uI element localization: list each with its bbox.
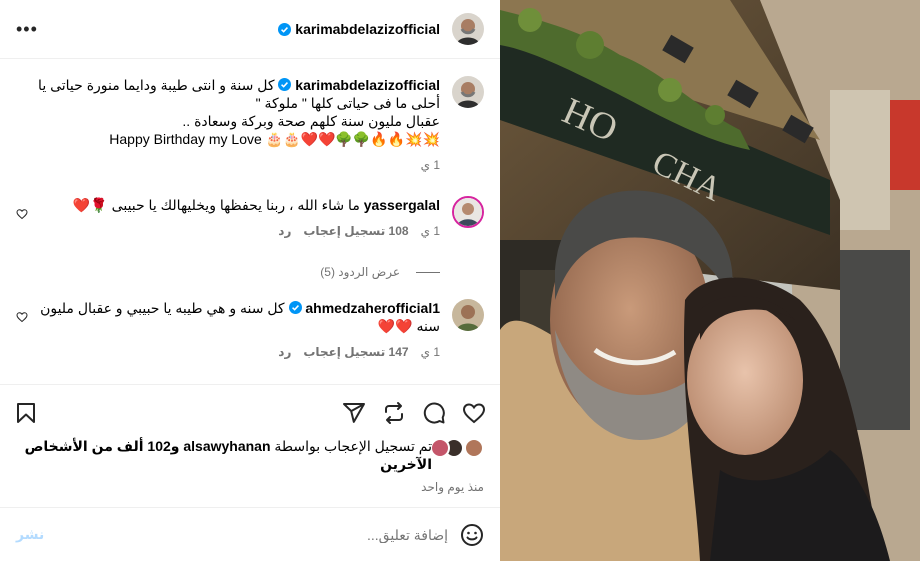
post-header: karimabdelazizofficial ••• [0,0,500,59]
comment-meta: 1 ي 108 تسجيل إعجاب رد [16,222,440,240]
comment-age[interactable]: 1 ي [421,343,440,361]
comment-text: ما شاء الله ، ربنا يحفظها ويخليهالك يا ح… [72,197,360,213]
comment-body: ahmedzaherofficial1 كل سنه و هي طيبه يا … [16,299,440,361]
caption-avatar[interactable] [452,76,484,108]
likers-avatars[interactable] [430,438,484,458]
comment-likes[interactable]: 108 تسجيل إعجاب [303,222,408,240]
post-date[interactable]: منذ يوم واحد [421,480,484,494]
comment-meta: 1 ي 147 تسجيل إعجاب رد [16,343,440,361]
likes-summary: تم تسجيل الإعجاب بواسطة alsawyhanan و102… [16,437,484,473]
verified-icon [278,22,292,36]
comment-item: yassergalal ما شاء الله ، ربنا يحفظها وي… [16,196,484,240]
post-side-panel: karimabdelazizofficial ••• karimabdelazi… [0,0,500,561]
view-replies-label[interactable]: عرض الردود (5) [320,265,400,279]
likes-user[interactable]: alsawyhanan [183,438,270,454]
caption-line-1: كل سنة و انتى طيبة ودايما منورة حياتى يا [38,77,275,93]
add-comment-bar: نشر [0,507,500,561]
liker-avatar[interactable] [430,438,450,458]
more-options-button[interactable]: ••• [16,19,38,40]
caption: karimabdelazizofficial كل سنة و انتى طيب… [16,76,484,174]
comment-username[interactable]: yassergalal [364,197,440,213]
caption-body: karimabdelazizofficial كل سنة و انتى طيب… [16,76,440,174]
comment-input[interactable] [56,526,448,543]
comment-body: yassergalal ما شاء الله ، ربنا يحفظها وي… [16,196,440,240]
reply-button[interactable]: رد [278,343,291,361]
likes-prefix: تم تسجيل الإعجاب بواسطة [270,438,432,454]
comment-icon[interactable] [422,401,446,425]
caption-age[interactable]: 1 ي [421,156,440,174]
heart-icon[interactable] [16,208,28,220]
author-avatar[interactable] [452,13,484,45]
emoji-icon[interactable] [460,523,484,547]
comment-item: ahmedzaherofficial1 كل سنه و هي طيبه يا … [16,299,484,361]
comment-age[interactable]: 1 ي [421,222,440,240]
caption-username[interactable]: karimabdelazizofficial [295,77,440,93]
share-icon[interactable] [342,401,366,425]
heart-icon[interactable] [462,401,486,425]
author-username[interactable]: karimabdelazizofficial [278,21,440,37]
caption-line-3: عقبال مليون سنة كلهم صحة وبركة وسعادة .. [182,113,440,129]
reply-button[interactable]: رد [278,222,291,240]
likes-text: تم تسجيل الإعجاب بواسطة alsawyhanan و102… [16,437,432,473]
post-button[interactable]: نشر [16,526,44,543]
post-photo[interactable]: HO CHA [500,0,920,561]
repost-icon[interactable] [382,401,406,425]
caption-line-4: Happy Birthday my Love 🎂🎂❤️❤️🌳🌳🔥🔥💥💥 [109,131,440,147]
verified-icon [278,78,292,91]
author-username-text[interactable]: karimabdelazizofficial [295,21,440,37]
heart-icon[interactable] [16,311,28,323]
save-icon[interactable] [14,401,38,425]
comment-avatar[interactable] [452,299,484,331]
caption-line-2: أحلى ما فى حياتى كلها " ملوكة " [255,95,440,111]
caption-meta: 1 ي [16,156,440,174]
liker-avatar[interactable] [464,438,484,458]
replies-line [416,271,440,273]
comment-username[interactable]: ahmedzaherofficial1 [305,300,440,316]
comments-list: karimabdelazizofficial كل سنة و انتى طيب… [0,60,500,383]
comment-avatar[interactable] [452,196,484,228]
comment-likes[interactable]: 147 تسجيل إعجاب [303,343,408,361]
verified-icon [288,301,302,314]
view-replies-button[interactable]: عرض الردود (5) [320,265,440,279]
actions-bar [0,384,500,440]
